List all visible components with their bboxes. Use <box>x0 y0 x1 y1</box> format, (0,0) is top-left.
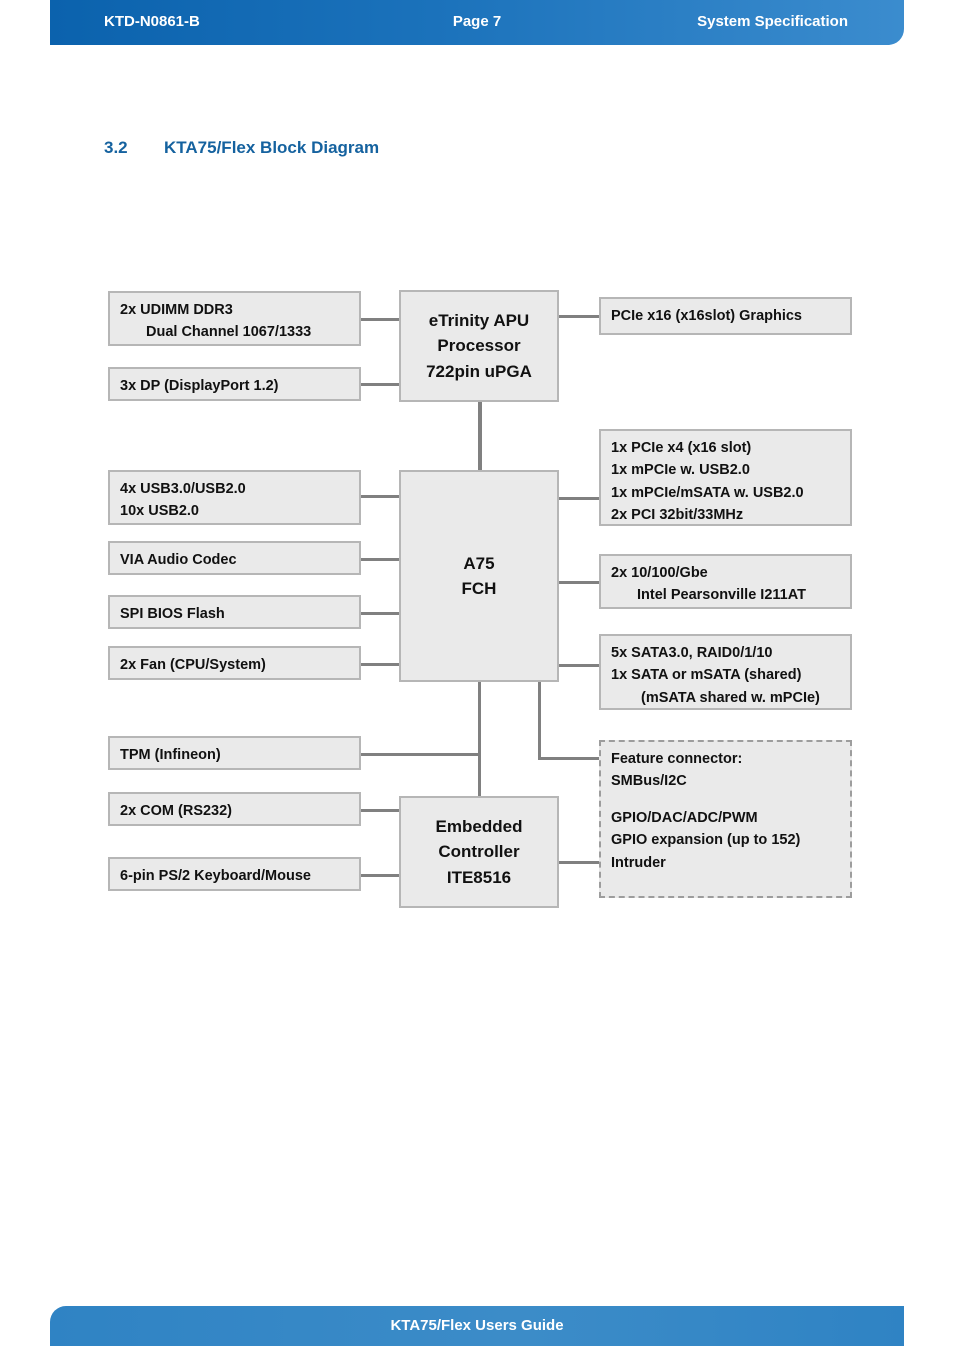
wire-fch-ec <box>478 680 481 798</box>
wire-fan-fch <box>360 663 402 666</box>
node-tpm-line-1: TPM (Infineon) <box>120 747 221 763</box>
node-usb-line-1: 4x USB3.0/USB2.0 <box>120 481 246 497</box>
node-udimm-line-1: 2x UDIMM DDR3 <box>120 302 233 318</box>
node-sata-line-1: 5x SATA3.0, RAID0/1/10 <box>611 645 773 661</box>
node-feature-spacer <box>611 793 840 807</box>
wire-fch-pcie-expansion <box>558 497 602 500</box>
node-ethernet-line-2: Intel Pearsonville I211AT <box>637 587 806 604</box>
wire-usb-fch <box>360 495 402 498</box>
wire-apu-pcie-graphics <box>558 315 602 318</box>
node-fch-line-1: A75 <box>463 553 495 573</box>
wire-fch-feature-vertical <box>538 680 541 760</box>
node-feature-line-2: SMBus/I2C <box>611 773 687 790</box>
wire-fch-ethernet <box>558 581 602 584</box>
node-spi-bios-flash: SPI BIOS Flash <box>108 595 361 629</box>
node-audio-codec: VIA Audio Codec <box>108 541 361 575</box>
node-apu-processor: eTrinity APU Processor 722pin uPGA <box>399 290 559 402</box>
node-displayport-line-1: 3x DP (DisplayPort 1.2) <box>120 378 279 394</box>
block-diagram: 2x UDIMM DDR3 Dual Channel 1067/1333 3x … <box>0 0 954 1350</box>
node-feature-line-1: Feature connector: <box>611 751 743 767</box>
node-feature-line-5: GPIO expansion (up to 152) <box>611 832 801 849</box>
node-sata-line-2: 1x SATA or mSATA (shared) <box>611 667 802 684</box>
node-com-rs232: 2x COM (RS232) <box>108 792 361 826</box>
node-feature-line-4: GPIO/DAC/ADC/PWM <box>611 809 758 826</box>
node-ethernet: 2x 10/100/Gbe Intel Pearsonville I211AT <box>599 554 852 609</box>
node-ethernet-line-1: 2x 10/100/Gbe <box>611 565 708 581</box>
wire-dp-apu <box>360 383 402 386</box>
wire-ec-feature <box>558 861 602 864</box>
node-ec-line-1: Embedded <box>435 816 523 836</box>
wire-spi-fch <box>360 612 402 615</box>
wire-com-ec <box>360 809 402 812</box>
node-sata-line-3: (mSATA shared w. mPCIe) <box>641 689 820 706</box>
node-embedded-controller: Embedded Controller ITE8516 <box>399 796 559 908</box>
wire-fch-feature-horizontal <box>538 757 602 760</box>
node-usb: 4x USB3.0/USB2.0 10x USB2.0 <box>108 470 361 525</box>
node-pcie-graphics-line-1: PCIe x16 (x16slot) Graphics <box>611 308 802 324</box>
wire-fch-sata <box>558 664 602 667</box>
node-com-line-1: 2x COM (RS232) <box>120 803 233 819</box>
node-ec-line-2: Controller <box>438 842 520 862</box>
node-ps2-line-1: 6-pin PS/2 Keyboard/Mouse <box>120 868 311 884</box>
node-sata: 5x SATA3.0, RAID0/1/10 1x SATA or mSATA … <box>599 634 852 710</box>
wire-ps2-ec <box>360 874 402 877</box>
node-feature-line-6: Intruder <box>611 854 666 871</box>
node-pcie-expansion-line-1: 1x PCIe x4 (x16 slot) <box>611 440 752 456</box>
node-apu-line-3: 722pin uPGA <box>426 361 532 381</box>
node-ec-line-3: ITE8516 <box>446 867 512 887</box>
wire-udimm-apu <box>360 318 402 321</box>
node-fan: 2x Fan (CPU/System) <box>108 646 361 680</box>
node-audio-line-1: VIA Audio Codec <box>120 552 237 568</box>
page-footer: KTA75/Flex Users Guide <box>50 1306 904 1346</box>
node-ps2-keyboard-mouse: 6-pin PS/2 Keyboard/Mouse <box>108 857 361 891</box>
node-tpm: TPM (Infineon) <box>108 736 361 770</box>
node-fan-line-1: 2x Fan (CPU/System) <box>120 657 266 673</box>
node-apu-line-2: Processor <box>437 336 521 356</box>
node-pcie-expansion-line-3: 1x mPCIe/mSATA w. USB2.0 <box>611 484 804 501</box>
node-fch-line-2: FCH <box>461 579 497 598</box>
node-usb-line-2: 10x USB2.0 <box>120 503 199 520</box>
wire-tpm-ec <box>360 753 480 756</box>
node-displayport: 3x DP (DisplayPort 1.2) <box>108 367 361 401</box>
node-udimm-memory: 2x UDIMM DDR3 Dual Channel 1067/1333 <box>108 291 361 346</box>
node-pcie-expansion: 1x PCIe x4 (x16 slot) 1x mPCIe w. USB2.0… <box>599 429 852 526</box>
node-pcie-expansion-line-2: 1x mPCIe w. USB2.0 <box>611 462 750 479</box>
node-apu-line-1: eTrinity APU <box>428 310 530 330</box>
node-a75-fch: A75 FCH <box>399 470 559 682</box>
node-feature-connector: Feature connector: SMBus/I2C GPIO/DAC/AD… <box>599 740 852 898</box>
node-pcie-expansion-line-4: 2x PCI 32bit/33MHz <box>611 507 744 524</box>
wire-audio-fch <box>360 558 402 561</box>
wire-apu-fch <box>478 402 482 470</box>
node-udimm-line-2: Dual Channel 1067/1333 <box>146 324 312 341</box>
footer-title: KTA75/Flex Users Guide <box>390 1317 564 1334</box>
node-pcie-x16-graphics: PCIe x16 (x16slot) Graphics <box>599 297 852 335</box>
node-spi-bios-line-1: SPI BIOS Flash <box>120 606 225 622</box>
